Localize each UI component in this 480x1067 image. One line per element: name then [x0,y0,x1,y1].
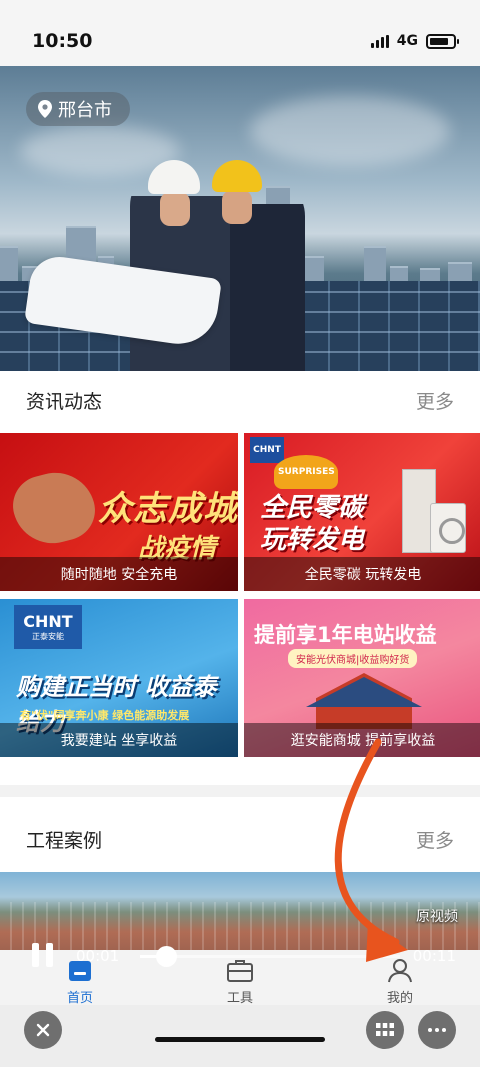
card-art-text: 玩转发电 [260,525,365,555]
close-icon [36,1023,50,1037]
status-bar: 10:50 4G [0,0,480,66]
more-icon [428,1028,446,1032]
projects-section-title: 工程案例 [26,829,103,852]
news-card[interactable]: 众志成城 战疫情 随时随地 安全充电 [0,433,238,591]
video-total-time: 00:11 [412,947,456,965]
news-card-caption: 我要建站 坐享收益 [0,723,238,757]
news-card[interactable]: CHNT 正泰安能 购建正当时 收益泰给力 有"伏"同享奔小康 绿色能源助发展 … [0,599,238,757]
card-art-subtext: 安能光伏商城|收益购好货 [288,649,418,668]
news-card-caption: 全民零碳 玩转发电 [244,557,480,591]
video-current-time: 00:01 [76,947,120,965]
news-section-header: 资讯动态 更多 [0,371,480,429]
washer-image [430,503,466,553]
projects-section-header: 工程案例 更多 [0,810,480,868]
grid-button[interactable] [366,1011,404,1049]
brand-logo: CHNT [250,437,284,463]
news-card-caption: 随时随地 安全充电 [0,557,238,591]
card-art-subtext: 有"伏"同享奔小康 绿色能源助发展 [20,709,190,722]
yellow-helmet [212,160,262,192]
news-card[interactable]: 提前享1年电站收益 安能光伏商城|收益购好货 逛安能商城 提前享收益 [244,599,480,757]
more-button[interactable] [418,1011,456,1049]
network-type: 4G [396,33,418,49]
news-section-title: 资讯动态 [26,390,103,413]
home-indicator [155,1037,325,1042]
news-card[interactable]: CHNT SURPRISES 全民零碳 玩转发电 全民零碳 玩转发电 [244,433,480,591]
battery-icon [426,33,459,49]
section-divider [0,785,480,797]
video-progress-knob[interactable] [156,946,177,967]
projects-more-link[interactable]: 更多 [416,826,454,853]
burst-text: SURPRISES [278,467,335,477]
location-label: 邢台市 [58,100,112,121]
original-video-label[interactable]: 原视频 [416,906,458,926]
location-pin-icon [38,100,52,118]
brand-logo: CHNT 正泰安能 [14,605,82,649]
card-art-text: 众志成城 [98,489,238,529]
close-button[interactable] [24,1011,62,1049]
hero-banner[interactable]: 邢台市 [0,66,480,371]
status-time: 10:50 [32,30,93,52]
video-controls: 00:01 00:11 [0,925,480,991]
signal-icon [370,34,389,48]
status-indicators: 4G [370,33,459,49]
news-card-caption: 逛安能商城 提前享收益 [244,723,480,757]
card-art-text: 提前享1年电站收益 [254,623,437,647]
bottom-toolbar [0,1005,480,1067]
solar-roof-image [306,677,422,707]
grid-icon [376,1023,394,1036]
video-progress-track[interactable] [140,946,400,967]
handshake-image [6,463,102,553]
news-more-link[interactable]: 更多 [416,387,454,414]
pause-icon[interactable] [32,943,56,967]
location-selector[interactable]: 邢台市 [26,92,130,126]
